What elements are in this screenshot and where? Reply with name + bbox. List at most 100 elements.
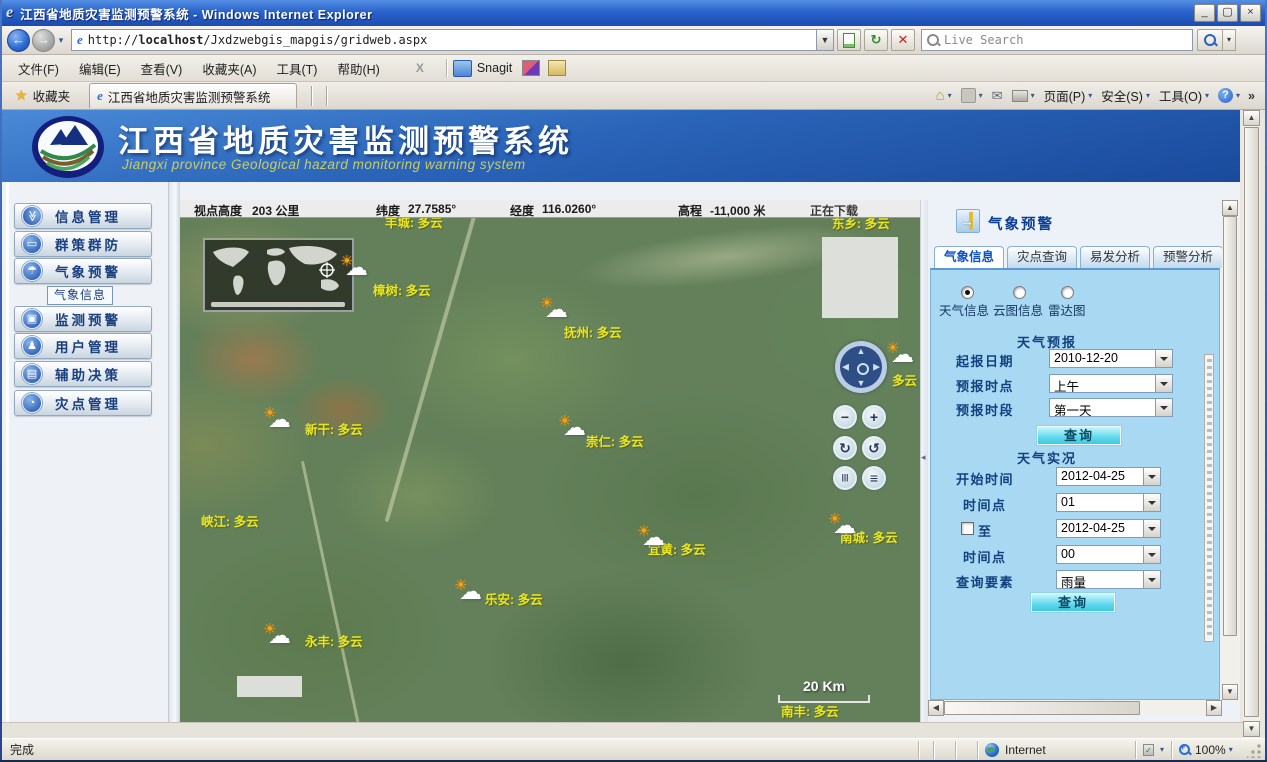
hour-point2-select[interactable]: 00 (1056, 545, 1161, 564)
read-mail-button[interactable]: ✉ (989, 86, 1006, 106)
hour-point-select[interactable]: 01 (1056, 493, 1161, 512)
home-button[interactable]: ⌂ (933, 85, 955, 106)
favorites-button[interactable]: ★ 收藏夹 (6, 84, 79, 108)
sidebar-splitter[interactable] (169, 182, 180, 722)
dropdown-arrow-icon[interactable] (1143, 468, 1160, 485)
scroll-down-icon[interactable]: ▼ (1243, 721, 1260, 737)
nav-history-dropdown[interactable]: ▾ (55, 35, 67, 46)
dropdown-arrow-icon[interactable] (1155, 399, 1172, 416)
radio-cloud-image[interactable] (1013, 286, 1026, 299)
sidebar-item-monitor-warning[interactable]: ▣ 监测预警 (14, 306, 152, 332)
search-go-button[interactable] (1197, 29, 1223, 51)
radio-label-cloud-image[interactable]: 云图信息 (993, 300, 1043, 319)
menu-view[interactable]: 查看(V) (131, 56, 193, 81)
tab-susceptibility-analysis[interactable]: 易发分析 (1080, 246, 1150, 268)
tools-menu-button[interactable]: 工具(O) (1156, 84, 1212, 107)
radio-label-weather-info[interactable]: 天气信息 (939, 300, 989, 319)
back-button[interactable]: ← (7, 29, 30, 52)
forecast-time-select[interactable]: 上午 (1049, 374, 1173, 393)
query-element-select[interactable]: 雨量 (1056, 570, 1161, 589)
weather-sun-cloud-icon[interactable]: ☀☁ (263, 624, 293, 648)
menu-tools[interactable]: 工具(T) (266, 56, 327, 81)
to-date-checkbox[interactable] (961, 522, 974, 535)
dropdown-arrow-icon[interactable] (1143, 546, 1160, 563)
resize-grip[interactable] (1247, 742, 1263, 758)
dropdown-arrow-icon[interactable] (1155, 350, 1172, 367)
sidebar-item-hazard-point-mgmt[interactable]: ◔ 灾点管理 (14, 390, 152, 416)
tab-warning-analysis[interactable]: 预警分析 (1153, 246, 1222, 268)
panel-splitter[interactable]: ◂ (920, 200, 928, 722)
pan-right-icon[interactable]: ▶ (873, 362, 880, 373)
snagit-label[interactable]: Snagit (477, 61, 512, 75)
snagit-capture-icon[interactable] (522, 60, 540, 76)
scroll-up-icon[interactable]: ▲ (1222, 200, 1238, 216)
url-text[interactable]: http://localhost/Jxdzwebgis_mapgis/gridw… (88, 33, 428, 47)
rotate-ccw-button[interactable]: ↺ (862, 436, 886, 460)
zoom-in-button[interactable]: + (862, 405, 886, 429)
toolbar-close-icon[interactable]: X (416, 61, 424, 75)
zoom-out-button[interactable]: − (833, 405, 857, 429)
maximize-button[interactable]: ▢ (1217, 4, 1238, 22)
menu-file[interactable]: 文件(F) (8, 56, 69, 81)
sidebar-item-user-mgmt[interactable]: ♟ 用户管理 (14, 333, 152, 359)
dropdown-arrow-icon[interactable] (1143, 520, 1160, 537)
radio-label-radar-image[interactable]: 雷达图 (1048, 300, 1086, 319)
weather-sun-cloud-icon[interactable]: ☀☁ (540, 298, 570, 322)
map-pan-compass[interactable]: ▲ ▼ ◀ ▶ (835, 341, 887, 393)
title-bar[interactable]: e 江西省地质灾害监测预警系统 - Windows Internet Explo… (0, 0, 1267, 26)
dropdown-arrow-icon[interactable] (1155, 375, 1172, 392)
start-time-select[interactable]: 2012-04-25 (1056, 467, 1161, 486)
weather-sun-cloud-icon[interactable]: ☀☁ (340, 256, 370, 280)
refresh-button[interactable]: ↻ (864, 29, 888, 51)
forecast-period-select[interactable]: 第一天 (1049, 398, 1173, 417)
page-menu-button[interactable]: 页面(P) (1041, 84, 1096, 107)
panel-vertical-scrollbar[interactable]: ▲ ▼ (1222, 200, 1238, 700)
scroll-up-icon[interactable]: ▲ (1243, 110, 1260, 126)
sidebar-item-decision-support[interactable]: ▤ 辅助决策 (14, 361, 152, 387)
stop-button[interactable]: ✕ (891, 29, 915, 51)
feeds-button[interactable] (958, 86, 986, 105)
weather-sun-cloud-icon[interactable]: ☀☁ (558, 416, 588, 440)
snagit-icon[interactable] (453, 60, 472, 77)
pan-left-icon[interactable]: ◀ (842, 362, 849, 373)
tab-hazard-query[interactable]: 灾点查询 (1007, 246, 1077, 268)
forward-button[interactable]: → (32, 29, 55, 52)
pan-up-icon[interactable]: ▲ (857, 346, 866, 356)
page-tab[interactable]: e 江西省地质灾害监测预警系统 (89, 83, 297, 108)
flatten-button[interactable]: ≡ (862, 466, 886, 490)
minimize-button[interactable]: _ (1194, 4, 1215, 22)
snagit-profile-icon[interactable] (548, 60, 566, 76)
weather-sun-cloud-icon[interactable]: ☀☁ (637, 526, 667, 550)
dropdown-arrow-icon[interactable] (1143, 494, 1160, 511)
address-field[interactable]: e http://localhost/Jxdzwebgis_mapgis/gri… (71, 29, 817, 51)
scrollbar-thumb[interactable] (1223, 216, 1237, 636)
world-overview-inset[interactable] (205, 240, 352, 310)
dropdown-arrow-icon[interactable] (1143, 571, 1160, 588)
close-button[interactable]: × (1240, 4, 1261, 22)
menu-edit[interactable]: 编辑(E) (69, 56, 131, 81)
address-dropdown-button[interactable]: ▼ (817, 29, 834, 51)
radio-weather-info[interactable] (961, 286, 974, 299)
rotate-cw-button[interactable]: ↻ (833, 436, 857, 460)
scroll-right-icon[interactable]: ▶ (1206, 700, 1222, 716)
map-canvas[interactable]: 丰城: 多云东乡: 多云樟树: 多云☀☁抚州: 多云☀☁多云☀☁新干: 多云☀☁… (180, 218, 920, 722)
print-button[interactable] (1009, 88, 1038, 104)
scrollbar-thumb[interactable] (1244, 127, 1259, 717)
menu-help[interactable]: 帮助(H) (327, 56, 389, 81)
actual-query-button[interactable]: 查询 (1031, 593, 1115, 612)
scrollbar-thumb[interactable] (944, 701, 1140, 715)
menu-favorites[interactable]: 收藏夹(A) (192, 56, 266, 81)
panel-horizontal-scrollbar[interactable]: ◀ ▶ (928, 700, 1222, 716)
safety-menu-button[interactable]: 安全(S) (1098, 84, 1153, 107)
zoom-control[interactable]: 100% (1171, 741, 1241, 759)
scroll-left-icon[interactable]: ◀ (928, 700, 944, 716)
search-input[interactable]: Live Search (921, 29, 1193, 51)
sidebar-item-weather-warning[interactable]: ☂ 气象预警 (14, 258, 152, 284)
scroll-down-icon[interactable]: ▼ (1222, 684, 1238, 700)
radio-radar-image[interactable] (1061, 286, 1074, 299)
forecast-query-button[interactable]: 查询 (1037, 426, 1121, 445)
protected-mode-button[interactable]: ✓ (1135, 741, 1171, 759)
weather-sun-cloud-icon[interactable]: ☀☁ (454, 580, 484, 604)
search-options-dropdown[interactable]: ▾ (1223, 29, 1236, 51)
sidebar-subitem-weather-info[interactable]: 气象信息 (47, 286, 113, 305)
